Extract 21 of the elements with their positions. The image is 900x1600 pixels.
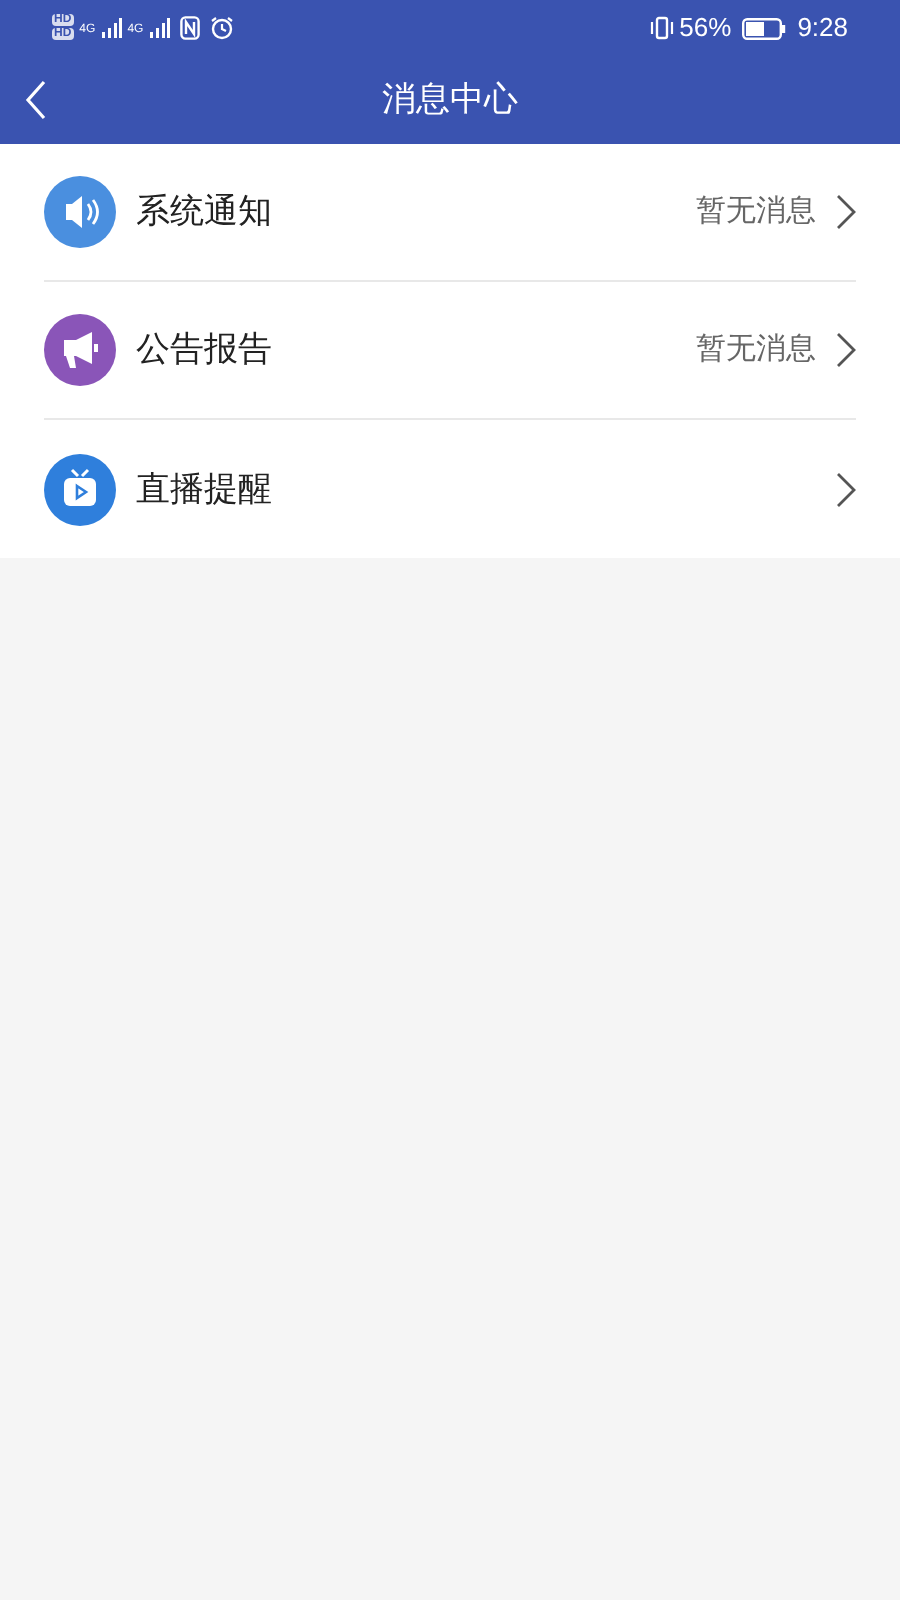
battery-icon [741, 17, 786, 39]
message-category-item[interactable]: 直播提醒 [44, 420, 856, 558]
message-category-item[interactable]: 系统通知 暂无消息 [44, 144, 856, 282]
clock-time: 9:28 [797, 10, 848, 47]
chevron-right-icon [836, 471, 856, 507]
item-label: 系统通知 [136, 190, 272, 235]
nfc-icon [179, 16, 200, 40]
back-icon[interactable] [24, 80, 48, 120]
message-category-item[interactable]: 公告报告 暂无消息 [44, 282, 856, 420]
item-label: 直播提醒 [136, 467, 272, 512]
item-status: 暂无消息 [696, 329, 816, 370]
item-status: 暂无消息 [696, 191, 816, 232]
item-label: 公告报告 [136, 328, 272, 373]
page-title: 消息中心 [382, 78, 518, 123]
signal-icon [101, 18, 122, 38]
signal-icon [149, 18, 170, 38]
battery-percent: 56% [679, 10, 732, 47]
alarm-icon [209, 16, 234, 40]
vibrate-icon [649, 16, 674, 40]
chevron-right-icon [836, 194, 856, 230]
chevron-right-icon [836, 332, 856, 368]
